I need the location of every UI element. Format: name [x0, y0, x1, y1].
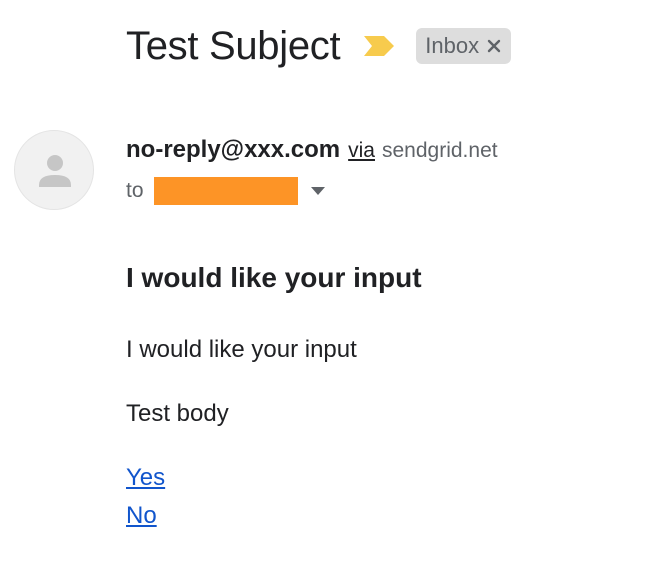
recipient-row: to: [126, 175, 326, 207]
to-label: to: [126, 179, 144, 202]
importance-marker-icon[interactable]: [362, 33, 396, 59]
redacted-recipient: [153, 177, 298, 205]
email-body: I would like your input I would like you…: [126, 258, 626, 529]
via-domain: sendgrid.net: [382, 139, 498, 162]
body-paragraph: I would like your input: [126, 336, 357, 363]
body-paragraph: Test body: [126, 400, 229, 427]
via-link[interactable]: via: [348, 139, 375, 163]
sender-email[interactable]: no-reply@xxx.com: [126, 136, 340, 164]
sender-row: no-reply@xxx.com via sendgrid.net: [126, 136, 498, 168]
sender-avatar[interactable]: [14, 130, 94, 210]
inbox-label-chip: Inbox: [416, 28, 512, 64]
caret-down-icon[interactable]: [310, 186, 326, 196]
default-avatar-icon: [39, 155, 71, 187]
label-chip-text: Inbox: [425, 33, 480, 58]
no-link[interactable]: No: [126, 498, 157, 534]
body-heading: I would like your input: [126, 262, 422, 293]
close-icon[interactable]: [487, 39, 501, 53]
email-subject: Test Subject: [126, 23, 341, 68]
subject-row: Test Subject Inbox: [126, 20, 512, 72]
yes-link[interactable]: Yes: [126, 460, 165, 496]
